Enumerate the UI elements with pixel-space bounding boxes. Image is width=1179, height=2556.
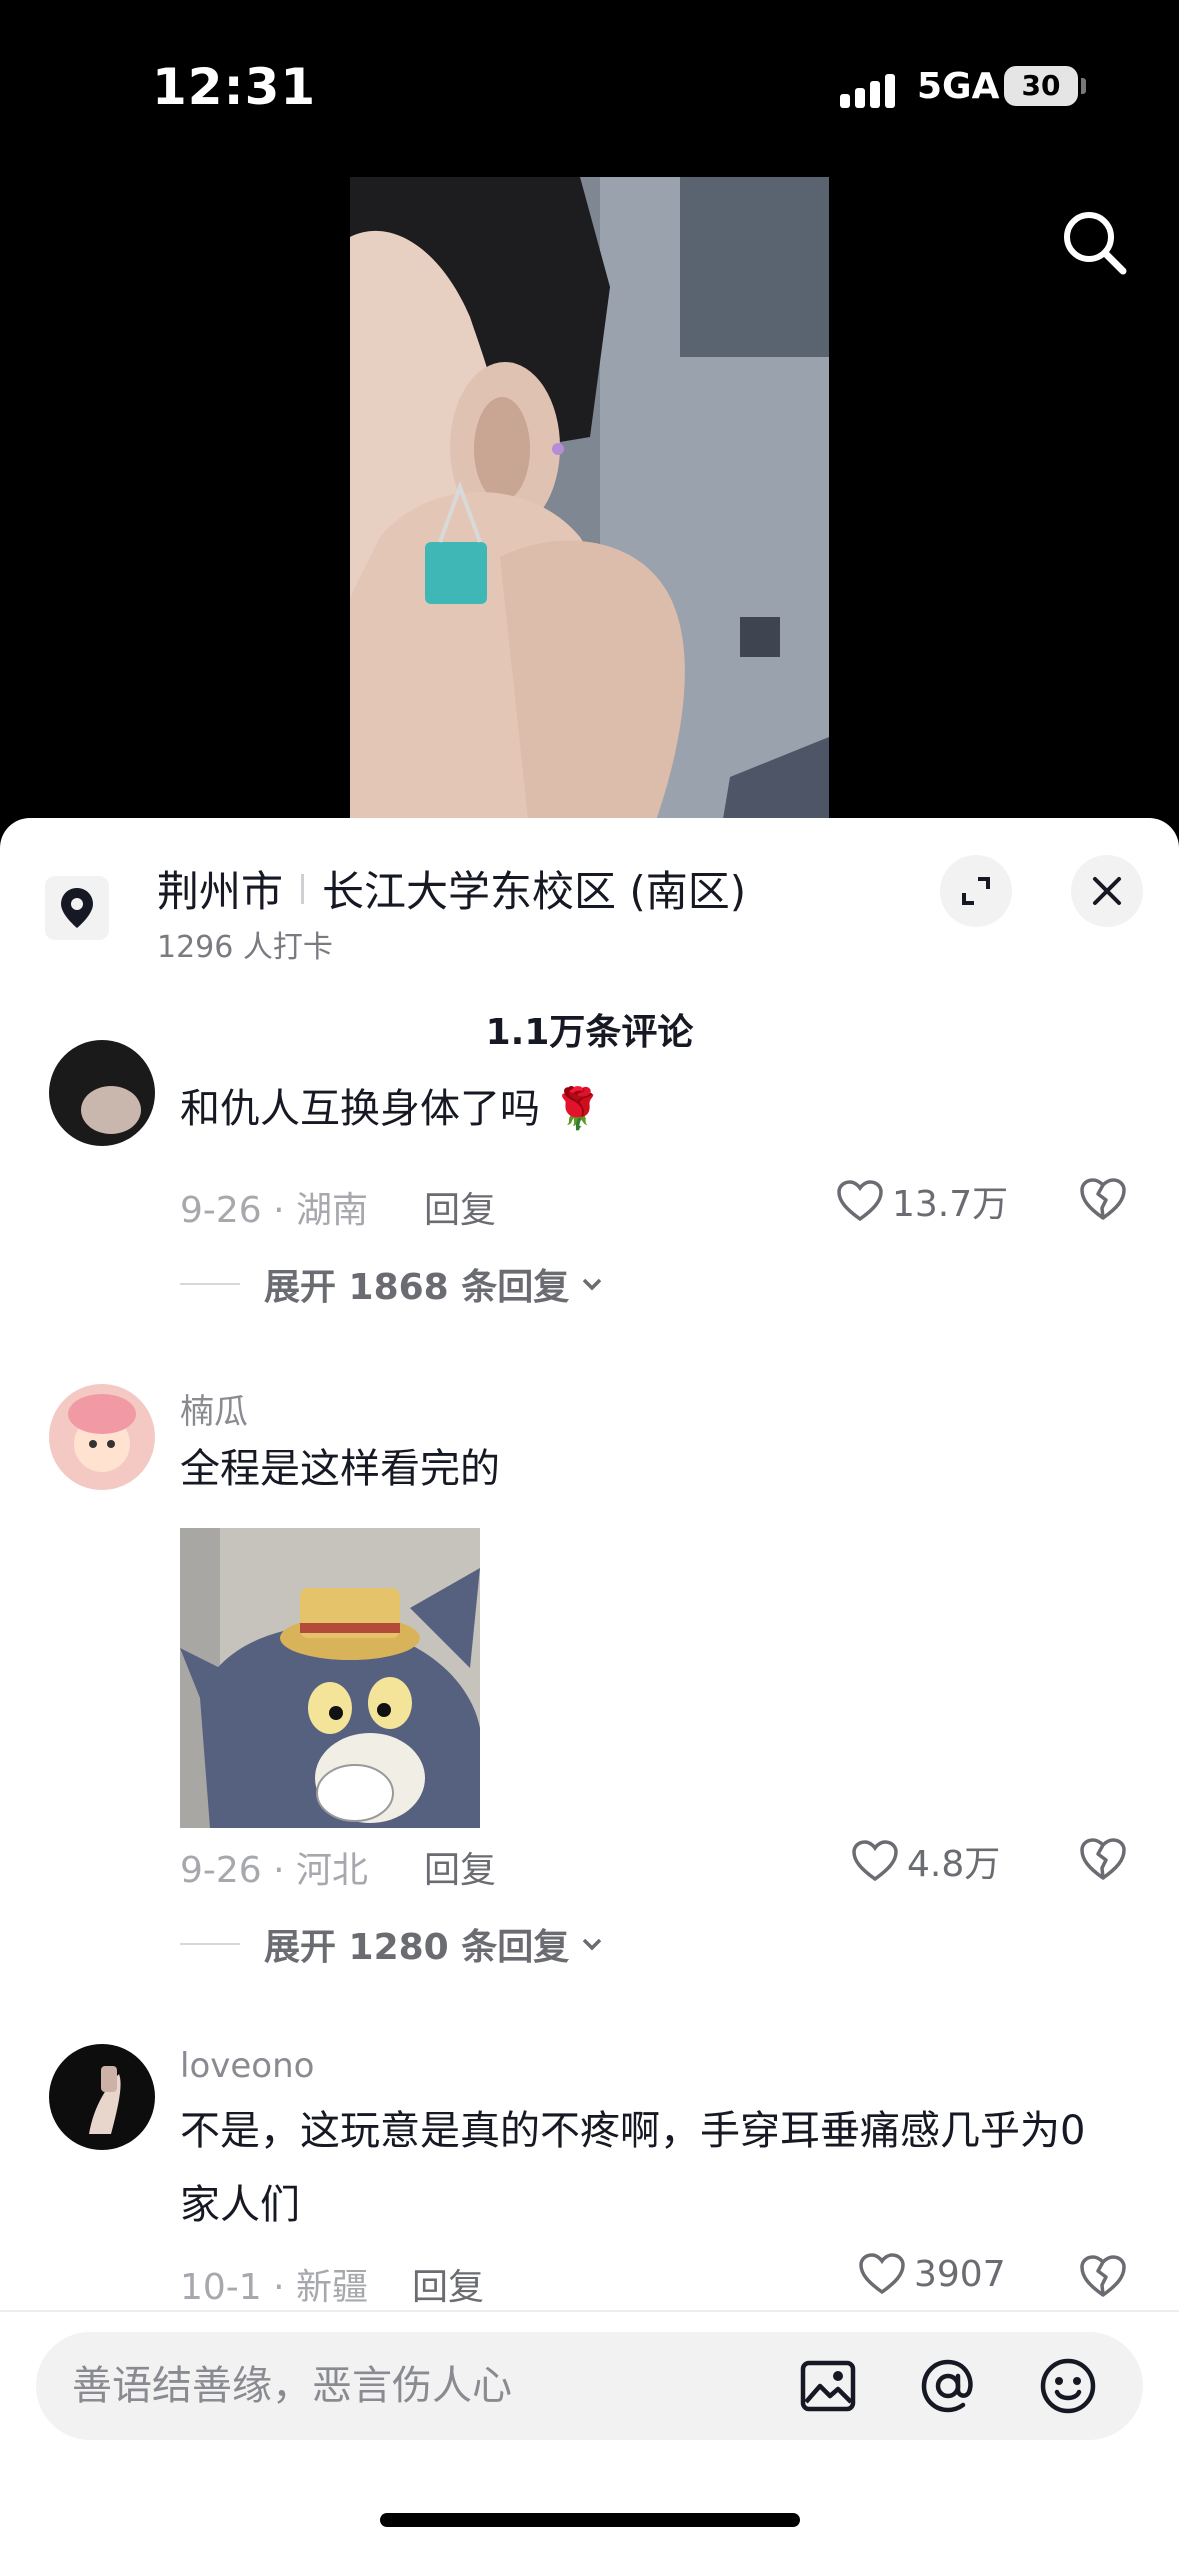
heart-outline-icon	[852, 1840, 898, 1882]
network-type: 5GA	[917, 66, 1000, 107]
close-button[interactable]	[1071, 855, 1143, 927]
location-title[interactable]: 荆州市 长江大学东校区 (南区)	[157, 858, 746, 919]
comment-sheet: 荆州市 长江大学东校区 (南区) 1296 人打卡 1.1万条评论 和仇人互换身…	[0, 818, 1179, 2556]
comment-text: 不是，这玩意是真的不疼啊，手穿耳垂痛感几乎为0家人们	[180, 2108, 1086, 2228]
avatar[interactable]	[49, 1040, 155, 1146]
chevron-down-icon	[583, 1278, 602, 1291]
status-time: 12:31	[152, 58, 317, 116]
location-city: 荆州市	[157, 867, 284, 916]
reply-button[interactable]: 回复	[424, 1181, 496, 1233]
comment-sticker-image[interactable]	[180, 1528, 480, 1828]
video-player[interactable]	[350, 177, 829, 837]
comment-meta: 9-26 · 河北	[180, 1850, 369, 1891]
dislike-button[interactable]	[1078, 1176, 1128, 1226]
divider-line	[180, 1283, 240, 1285]
expand-replies-button[interactable]: 展开 1868 条回复	[180, 1258, 607, 1310]
comment-username[interactable]: 楠瓜	[180, 1384, 248, 1433]
comment-input[interactable]	[72, 2332, 772, 2440]
broken-heart-icon	[1080, 1838, 1126, 1880]
emoji-button[interactable]	[1038, 2356, 1098, 2416]
dislike-button[interactable]	[1078, 1836, 1128, 1886]
expand-icon	[962, 877, 990, 905]
expand-replies-button[interactable]: 展开 1280 条回复	[180, 1918, 607, 1970]
close-icon	[1093, 877, 1121, 905]
location-checkins: 1296 人打卡	[157, 930, 333, 965]
avatar[interactable]	[49, 2044, 155, 2150]
comment-text: 全程是这样看完的	[180, 1446, 500, 1492]
dislike-button[interactable]	[1078, 2253, 1128, 2303]
comment-meta: 10-1 · 新疆	[180, 2267, 369, 2308]
video-frame	[350, 177, 829, 837]
at-icon	[921, 2359, 973, 2413]
reply-button[interactable]: 回复	[424, 1841, 496, 1893]
location-button[interactable]	[45, 876, 109, 940]
image-button[interactable]	[798, 2356, 858, 2416]
expand-replies-label: 展开 1280 条回复	[264, 1927, 570, 1968]
comment-count: 1.1万条评论	[485, 1012, 694, 1053]
reply-button[interactable]: 回复	[412, 2258, 484, 2310]
like-button[interactable]: 4.8万	[851, 1835, 1000, 1887]
heart-outline-icon	[859, 2253, 905, 2295]
search-button[interactable]	[1055, 203, 1135, 283]
emoji-icon	[1040, 2358, 1096, 2414]
home-indicator[interactable]	[380, 2513, 800, 2527]
status-bar: 12:31 5GA 30	[0, 0, 1179, 175]
expand-replies-label: 展开 1868 条回复	[264, 1267, 570, 1308]
like-button[interactable]: 13.7万	[836, 1175, 1008, 1227]
signal-strength-icon	[840, 70, 900, 108]
search-icon	[1064, 212, 1127, 275]
like-count: 3907	[914, 2253, 1006, 2295]
expand-button[interactable]	[940, 855, 1012, 927]
battery-tip	[1081, 78, 1086, 94]
comment-meta: 9-26 · 湖南	[180, 1190, 369, 1231]
broken-heart-icon	[1080, 2255, 1126, 2297]
comment-username[interactable]: loveono	[180, 2046, 314, 2086]
avatar[interactable]	[49, 1384, 155, 1490]
like-button[interactable]: 3907	[858, 2252, 1006, 2296]
chevron-down-icon	[583, 1938, 602, 1951]
broken-heart-icon	[1080, 1178, 1126, 1220]
like-count: 13.7万	[892, 1184, 1009, 1225]
like-count: 4.8万	[907, 1844, 1001, 1885]
divider-line	[180, 1943, 240, 1945]
heart-outline-icon	[837, 1180, 883, 1222]
image-icon	[800, 2360, 856, 2412]
location-divider	[301, 873, 305, 904]
battery-level: 30	[1004, 66, 1078, 106]
mention-button[interactable]	[918, 2356, 978, 2416]
location-place: 长江大学东校区 (南区)	[322, 867, 747, 916]
comment-input-pill	[36, 2332, 1143, 2440]
location-pin-icon	[61, 888, 93, 928]
comment-text: 和仇人互换身体了吗 🌹	[180, 1086, 603, 1132]
